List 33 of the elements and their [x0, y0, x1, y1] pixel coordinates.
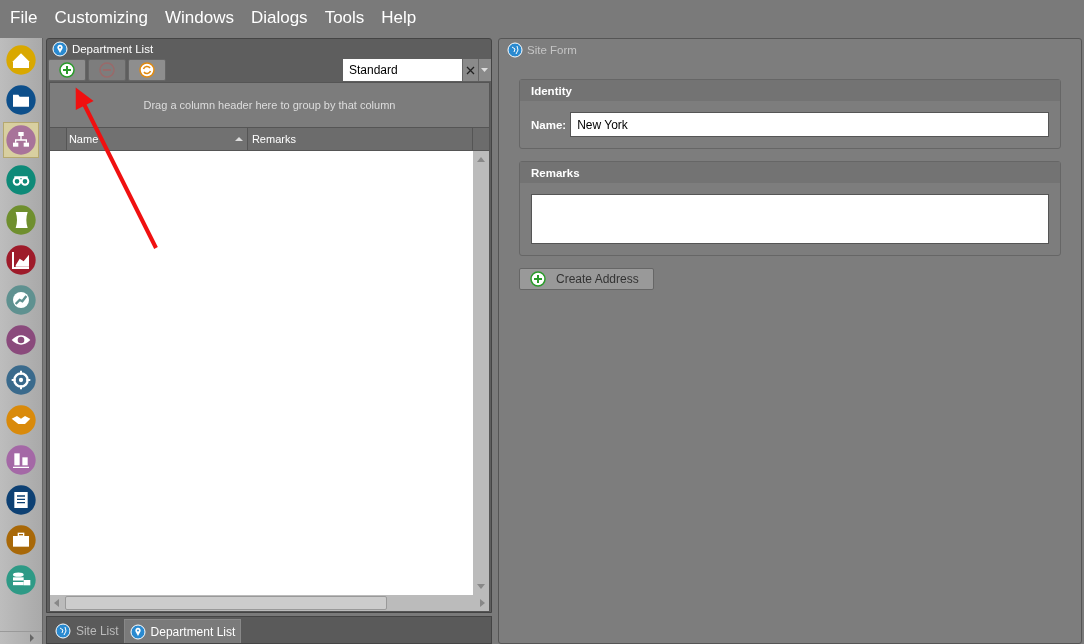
panel-tab[interactable]: Department List: [123, 619, 242, 643]
remarks-field[interactable]: [531, 194, 1049, 244]
menu-item[interactable]: Tools: [324, 8, 365, 28]
minus-icon: [98, 62, 115, 78]
menu-item[interactable]: Windows: [164, 8, 234, 28]
map-pin-icon: [129, 623, 146, 640]
group-hint: Drag a column header here to group by that column: [143, 99, 396, 111]
panel-title: Site Form: [527, 44, 577, 56]
menu-item[interactable]: Help: [381, 8, 417, 28]
map-pin-icon: [51, 41, 68, 57]
create-address-button[interactable]: Create Address: [519, 268, 654, 290]
field-label: Name:: [531, 118, 567, 131]
layout-select[interactable]: Standard: [343, 59, 462, 81]
sort-icon: [234, 137, 243, 141]
group-title: Remarks: [531, 166, 580, 179]
panel-title: Department List: [71, 43, 154, 55]
plus-icon: [58, 62, 75, 78]
clear-button[interactable]: [462, 59, 478, 81]
plus-icon: [530, 271, 546, 287]
menu-item[interactable]: Dialogs: [250, 8, 308, 28]
column-header[interactable]: Name: [66, 128, 248, 150]
close-icon: [465, 65, 475, 75]
group-title: Identity: [531, 84, 572, 97]
name-field[interactable]: New York: [570, 112, 1049, 137]
column-header[interactable]: Remarks: [247, 128, 473, 150]
refresh-button[interactable]: [127, 59, 166, 81]
caret-icon: [481, 68, 489, 72]
vertical-scrollbar[interactable]: [473, 151, 489, 596]
menu-item[interactable]: File: [10, 8, 38, 28]
refresh-icon: [138, 62, 155, 78]
horizontal-scrollbar[interactable]: [49, 595, 489, 612]
add-button[interactable]: [47, 59, 86, 81]
menu-item[interactable]: Customizing: [54, 8, 148, 28]
